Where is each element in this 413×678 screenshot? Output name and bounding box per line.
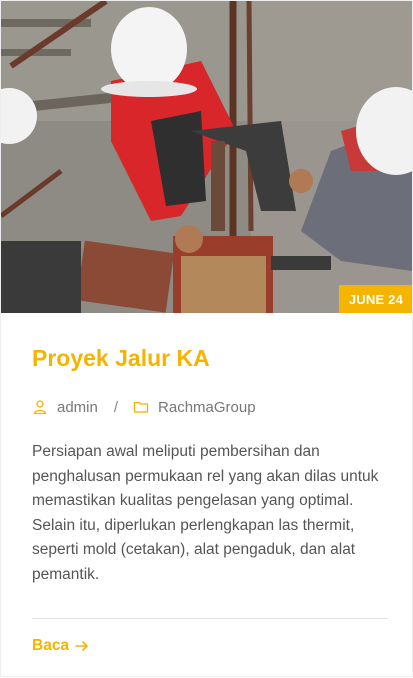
post-featured-image[interactable]: JUNE 24 — [1, 1, 412, 313]
post-card: JUNE 24 Proyek Jalur KA admin / RachmaGr… — [1, 1, 412, 676]
read-more-link[interactable]: Baca — [32, 637, 89, 655]
date-badge[interactable]: JUNE 24 — [338, 285, 412, 313]
read-more-label: Baca — [32, 637, 70, 654]
folder-icon — [133, 401, 149, 413]
post-meta: admin / RachmaGroup — [32, 396, 384, 418]
post-content: Proyek Jalur KA admin / RachmaGroup Pers… — [1, 313, 412, 655]
author-link[interactable]: admin — [57, 399, 98, 416]
divider — [32, 618, 388, 619]
post-title[interactable]: Proyek Jalur KA — [32, 313, 384, 372]
post-excerpt: Persiapan awal meliputi pembersihan dan … — [32, 443, 379, 583]
arrow-right-icon — [75, 641, 88, 651]
railway-workers-photo — [1, 1, 412, 313]
category-link[interactable]: RachmaGroup — [158, 399, 256, 416]
meta-separator: / — [113, 398, 119, 416]
user-icon — [33, 400, 47, 415]
